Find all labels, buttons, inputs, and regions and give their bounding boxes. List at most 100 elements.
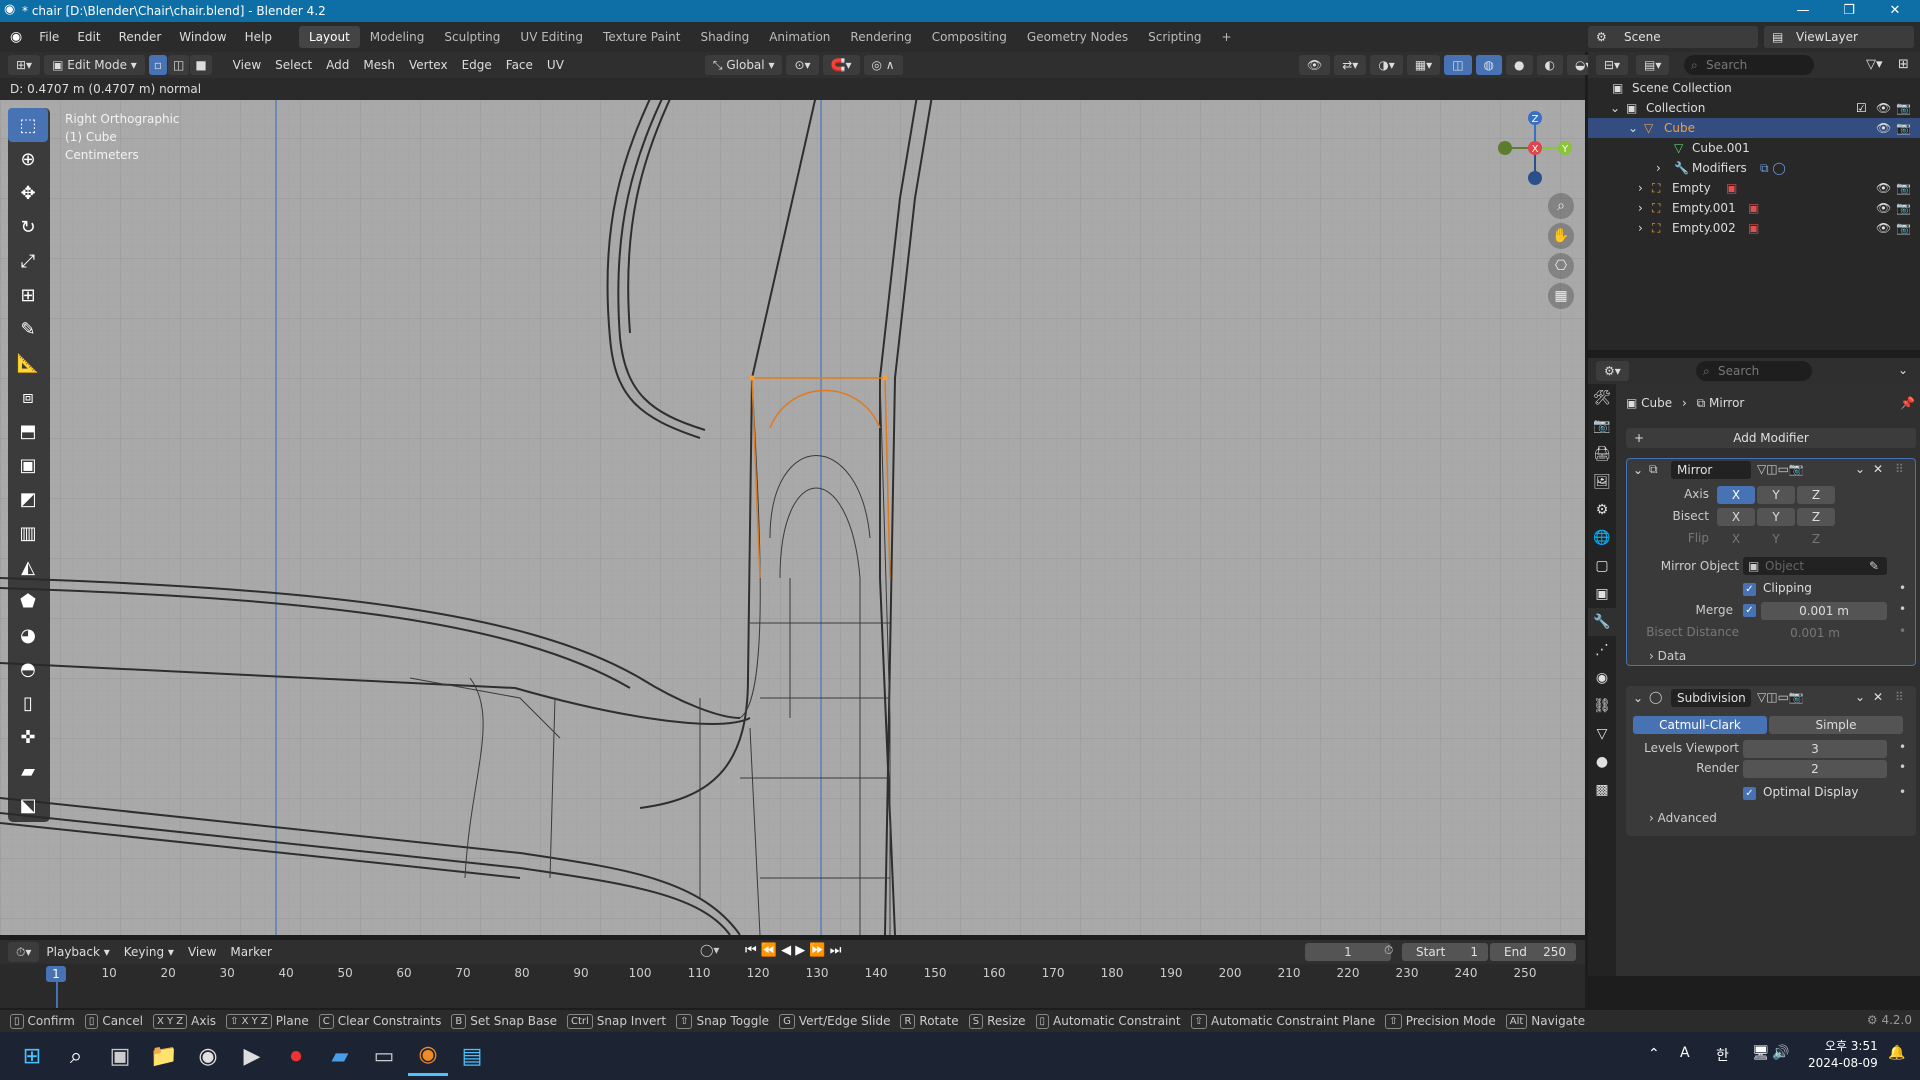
clipping-checkbox[interactable]: ✓ <box>1743 583 1756 596</box>
pan-hand-icon[interactable]: ✋ <box>1548 223 1574 249</box>
chevron-down-icon[interactable]: ⌄ <box>1610 98 1620 118</box>
keyframe-dot-icon[interactable]: • <box>1899 785 1906 799</box>
eye-icon[interactable]: 👁 <box>1876 118 1891 138</box>
tab-rendering[interactable]: Rendering <box>840 26 921 48</box>
menu-uv[interactable]: UV <box>540 58 571 72</box>
render-tab-icon[interactable]: 📷 <box>1588 412 1616 440</box>
proportional-edit-button[interactable]: ◎ ∧ <box>863 55 903 75</box>
bisect-x-toggle[interactable]: X <box>1717 508 1755 526</box>
menu-face[interactable]: Face <box>499 58 540 72</box>
terminal-icon[interactable]: ▭ <box>364 1036 404 1076</box>
bisect-z-toggle[interactable]: Z <box>1797 508 1835 526</box>
xray-toggle-button[interactable]: ◫ <box>1444 55 1472 75</box>
outliner-editor-type[interactable]: ⊟▾ <box>1596 55 1629 75</box>
knife-tool[interactable]: ◭ <box>8 550 48 584</box>
menu-help[interactable]: Help <box>236 22 281 52</box>
menu-select[interactable]: Select <box>268 58 319 72</box>
annotate-tool[interactable]: ✎ <box>8 312 48 346</box>
outliner-display-mode[interactable]: ▤▾ <box>1636 55 1670 75</box>
flip-z-toggle[interactable]: Z <box>1797 530 1835 548</box>
smooth-tool[interactable]: ◓ <box>8 652 48 686</box>
timeline-editor-type[interactable]: ⏱▾ <box>8 942 40 962</box>
keyframe-dot-icon[interactable]: • <box>1899 624 1906 638</box>
menu-marker[interactable]: Marker <box>223 945 278 959</box>
rip-region-tool[interactable]: ⬕ <box>8 788 48 822</box>
playback-controls[interactable]: ⏮ ⏪ ◀ ▶ ⏩ ⏭ <box>745 943 841 958</box>
outliner-row-modifiers[interactable]: › 🔧 Modifiers ⧉ ◯ <box>1588 158 1920 178</box>
chevron-right-icon[interactable]: › <box>1638 218 1643 238</box>
edge-slide-tool[interactable]: ▯ <box>8 686 48 720</box>
filter-icon[interactable]: ▽▾ <box>1866 57 1883 72</box>
chevron-right-icon[interactable]: › <box>1656 158 1661 178</box>
modifier-tab-icon[interactable]: 🔧 <box>1588 608 1616 636</box>
windows-start-icon[interactable]: ⊞ <box>12 1036 52 1076</box>
remove-modifier-icon[interactable]: ✕ <box>1873 462 1883 476</box>
camera-icon[interactable]: 📷 <box>1896 218 1911 238</box>
new-collection-icon[interactable]: ⊞ <box>1898 57 1909 72</box>
tool-tab-icon[interactable]: 🛠 <box>1588 384 1616 412</box>
axis-y-toggle[interactable]: Y <box>1757 486 1795 504</box>
levels-viewport-field[interactable]: 3 <box>1743 740 1887 758</box>
scale-tool[interactable]: ⤢ <box>8 244 48 278</box>
rotate-tool[interactable]: ↻ <box>8 210 48 244</box>
keyframe-dot-icon[interactable]: • <box>1899 760 1906 774</box>
camera-view-icon[interactable]: ⎔ <box>1548 253 1574 279</box>
add-modifier-button[interactable]: + Add Modifier <box>1626 428 1916 448</box>
end-frame-field[interactable]: End 250 <box>1490 943 1576 961</box>
notification-bell-icon[interactable]: 🔔 <box>1888 1045 1905 1061</box>
chevron-down-icon[interactable]: ⌄ <box>1855 462 1865 476</box>
ortho-grid-icon[interactable]: ▦ <box>1548 283 1574 309</box>
volume-icon[interactable]: 🔊 <box>1772 1045 1789 1061</box>
timeline-area[interactable]: 10 20 30 40 50 60 70 80 90 100 110 120 130 140 150 160 1… <box>0 964 1585 1008</box>
blender-menu-icon[interactable]: ◉ <box>10 29 22 45</box>
flip-y-toggle[interactable]: Y <box>1757 530 1795 548</box>
playhead-indicator[interactable]: 1 <box>46 966 66 982</box>
drag-handle-icon[interactable]: ⠿ <box>1895 690 1904 704</box>
keyframe-dot-icon[interactable]: • <box>1899 740 1906 754</box>
keyframe-dot-icon[interactable]: • <box>1899 581 1906 595</box>
edge-select-button[interactable]: ◫ <box>167 55 190 75</box>
simple-button[interactable]: Simple <box>1769 716 1903 734</box>
file-explorer-icon[interactable]: 📁 <box>144 1036 184 1076</box>
face-select-button[interactable]: ■ <box>190 55 212 75</box>
chevron-right-icon[interactable]: › <box>1638 198 1643 218</box>
merge-distance-field[interactable]: 0.001 m <box>1761 602 1887 620</box>
eyedropper-icon[interactable]: ✎ <box>1869 557 1879 575</box>
properties-editor-type[interactable]: ⚙▾ <box>1596 361 1629 381</box>
vertex-select-button[interactable]: ▫ <box>148 55 167 75</box>
menu-playback[interactable]: Playback ▾ <box>39 945 116 959</box>
screen-recorder-icon[interactable]: ⏺ <box>276 1036 316 1076</box>
data-tab-icon[interactable]: ▽ <box>1588 720 1616 748</box>
physics-tab-icon[interactable]: ◉ <box>1588 664 1616 692</box>
tab-animation[interactable]: Animation <box>759 26 840 48</box>
start-frame-field[interactable]: Start 1 <box>1402 943 1488 961</box>
shear-tool[interactable]: ▰ <box>8 754 48 788</box>
chevron-down-icon[interactable]: ⌄ <box>1628 118 1638 138</box>
3d-viewport[interactable]: D: 0.4707 m (0.4707 m) normal Right Orth… <box>0 78 1585 935</box>
shrink-fatten-tool[interactable]: ✜ <box>8 720 48 754</box>
camera-icon[interactable]: 📷 <box>1896 178 1911 198</box>
menu-window[interactable]: Window <box>170 22 235 52</box>
transform-orientation[interactable]: ⤡ Global ▾ <box>704 55 783 75</box>
ime-mode-letter[interactable]: A <box>1680 1045 1690 1061</box>
camera-icon[interactable]: 📷 <box>1896 98 1911 118</box>
tray-clock[interactable]: 오후 3:51 2024-08-09 <box>1808 1038 1878 1072</box>
notepad-icon[interactable]: ▤ <box>452 1036 492 1076</box>
catmull-clark-button[interactable]: Catmull-Clark <box>1633 716 1767 734</box>
view-layer-tab-icon[interactable]: 🖼 <box>1588 468 1616 496</box>
inset-tool[interactable]: ▣ <box>8 448 48 482</box>
render-levels-field[interactable]: 2 <box>1743 760 1887 778</box>
tab-shading[interactable]: Shading <box>690 26 759 48</box>
outliner-search-input[interactable]: ⌕ Search <box>1684 55 1814 75</box>
spin-tool[interactable]: ◕ <box>8 618 48 652</box>
menu-edge[interactable]: Edge <box>455 58 499 72</box>
poly-build-tool[interactable]: ⬟ <box>8 584 48 618</box>
add-workspace-button[interactable]: + <box>1212 26 1242 48</box>
cursor-tool[interactable]: ⊕ <box>8 142 48 176</box>
constraints-tab-icon[interactable]: ⛓ <box>1588 692 1616 720</box>
network-icon[interactable]: 🖥 <box>1752 1045 1770 1061</box>
chevron-down-icon[interactable]: ⌄ <box>1633 463 1643 477</box>
blender-taskbar-icon[interactable]: ◉ <box>408 1036 448 1076</box>
close-button[interactable]: ✕ <box>1872 0 1918 22</box>
chevron-down-icon[interactable]: ⌄ <box>1633 691 1643 705</box>
